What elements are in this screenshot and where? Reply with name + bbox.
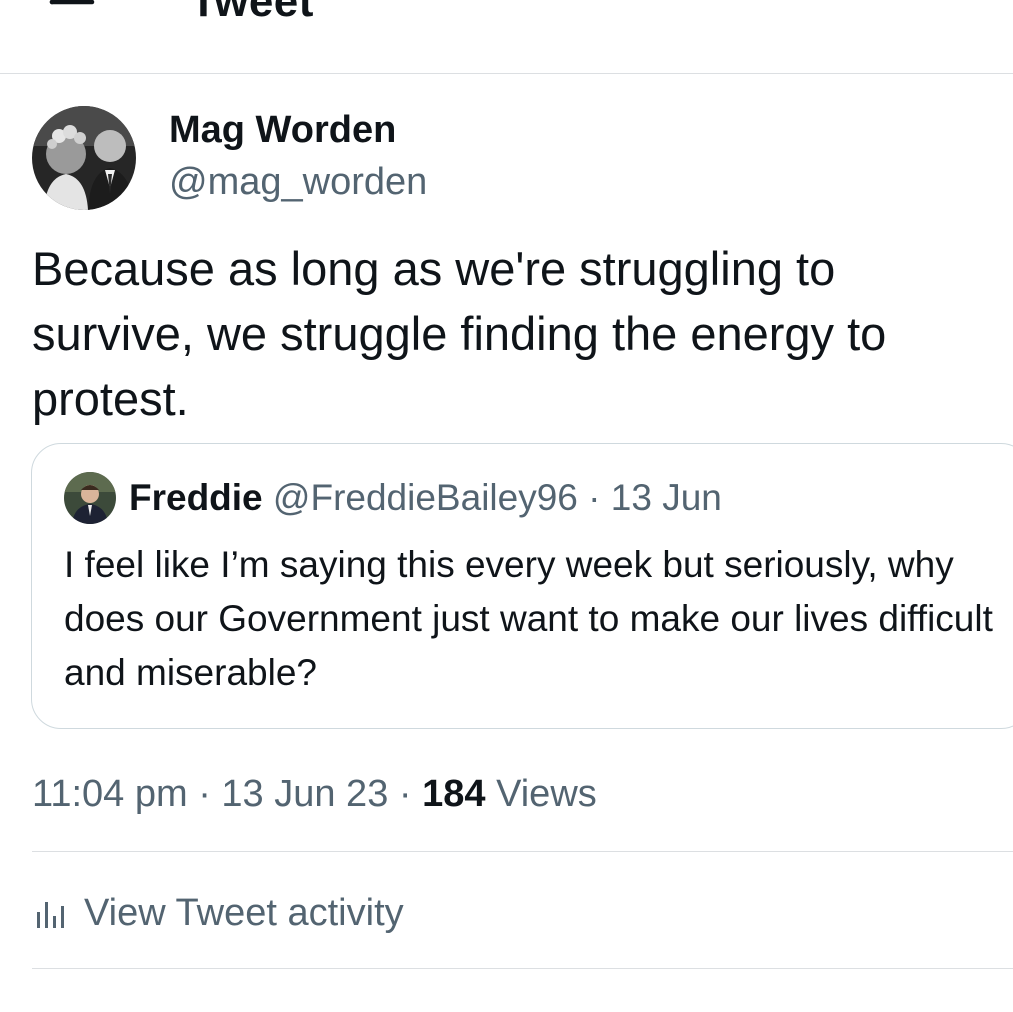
tweet-time: 11:04 pm xyxy=(32,773,188,815)
views-count[interactable]: 184 xyxy=(422,773,485,815)
quoted-tweet-meta: Freddie @FreddieBailey96 · 13 Jun xyxy=(129,476,722,520)
quoted-author-handle: @FreddieBailey96 xyxy=(272,477,578,518)
divider xyxy=(32,851,1013,852)
quoted-avatar-photo xyxy=(64,472,116,524)
top-app-bar: Tweet xyxy=(0,0,1013,74)
view-tweet-activity-label: View Tweet activity xyxy=(84,892,404,934)
quoted-tweet-text: I feel like I’m saying this every week b… xyxy=(64,544,993,693)
page-title: Tweet xyxy=(190,0,314,26)
back-button[interactable] xyxy=(48,0,98,22)
author-avatar[interactable] xyxy=(32,106,136,210)
author-handle[interactable]: @mag_worden xyxy=(169,160,427,204)
separator-dot: · xyxy=(198,773,211,815)
separator-dot: · xyxy=(398,773,412,815)
bar-chart-icon xyxy=(37,902,64,928)
views-label: Views xyxy=(496,773,597,815)
author-name[interactable]: Mag Worden xyxy=(169,108,396,152)
divider xyxy=(32,968,1013,969)
tweet-text: Because as long as we're struggling to s… xyxy=(32,242,887,425)
quoted-tweet-date: 13 Jun xyxy=(610,477,722,518)
separator-dot: · xyxy=(588,477,601,518)
tweet-timestamp-row: 11:04 pm · 13 Jun 23 · 184 Views xyxy=(32,770,597,818)
quoted-author-avatar xyxy=(64,472,116,524)
quoted-author-name: Freddie xyxy=(129,477,263,518)
quoted-tweet-card[interactable]: Freddie @FreddieBailey96 · 13 Jun I feel… xyxy=(31,443,1013,729)
tweet-date: 13 Jun 23 xyxy=(221,773,389,815)
avatar-photo xyxy=(32,106,136,210)
meta-separator: · xyxy=(578,477,611,518)
arrow-left-icon xyxy=(49,0,95,5)
